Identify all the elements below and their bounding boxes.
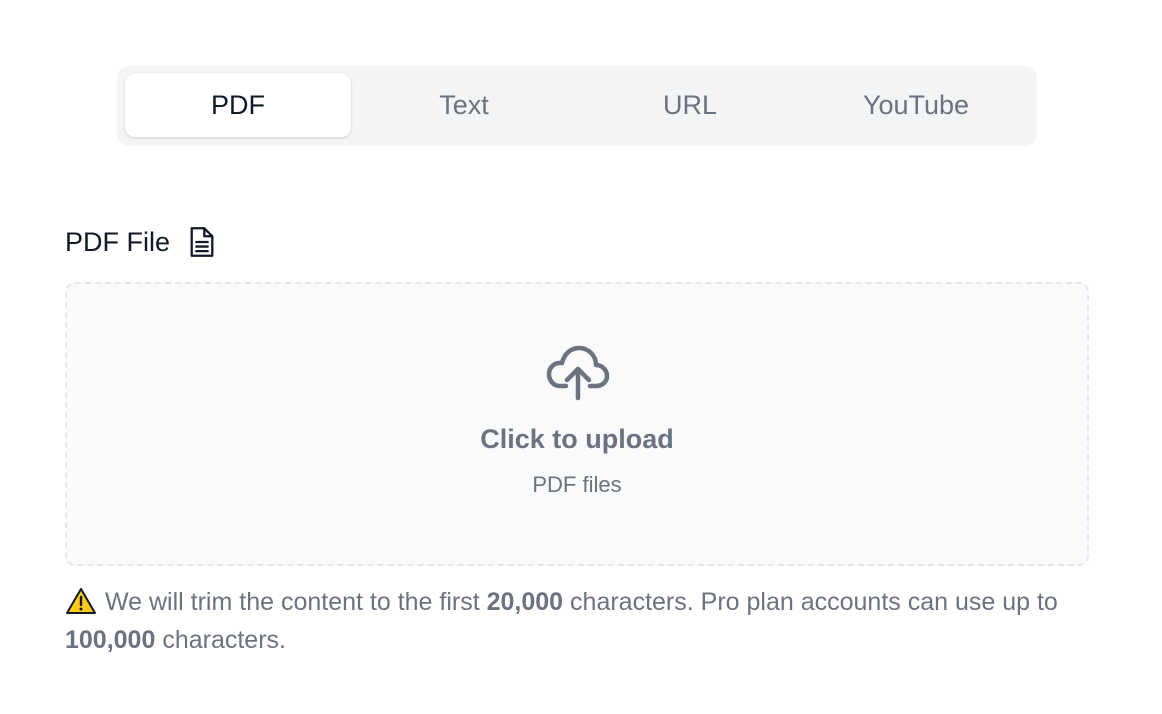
notice-text-1: We will trim the content to the first (105, 588, 487, 616)
tab-text[interactable]: Text (351, 74, 577, 137)
notice-free-limit: 20,000 (486, 588, 564, 616)
warning-icon (65, 587, 97, 615)
notice-text-2: characters. Pro plan accounts can use up… (563, 588, 1058, 616)
upload-title: Click to upload (480, 424, 674, 454)
page: PDF Text URL YouTube PDF File Click to u… (0, 0, 1162, 714)
tab-pdf[interactable]: PDF (125, 74, 351, 137)
character-limit-notice: We will trim the content to the first 20… (65, 583, 1065, 659)
tab-url[interactable]: URL (577, 74, 803, 137)
notice-pro-limit: 100,000 (65, 626, 156, 654)
source-tabs: PDF Text URL YouTube (117, 66, 1037, 146)
pdf-file-label-row: PDF File (65, 222, 216, 262)
pdf-file-label: PDF File (65, 226, 171, 257)
cloud-upload-icon (546, 344, 610, 402)
upload-subtitle: PDF files (532, 472, 622, 497)
pdf-upload-dropzone[interactable]: Click to upload PDF files (65, 282, 1089, 566)
notice-text-3: characters. (155, 626, 286, 654)
tab-youtube[interactable]: YouTube (803, 74, 1029, 137)
document-icon (188, 226, 216, 258)
